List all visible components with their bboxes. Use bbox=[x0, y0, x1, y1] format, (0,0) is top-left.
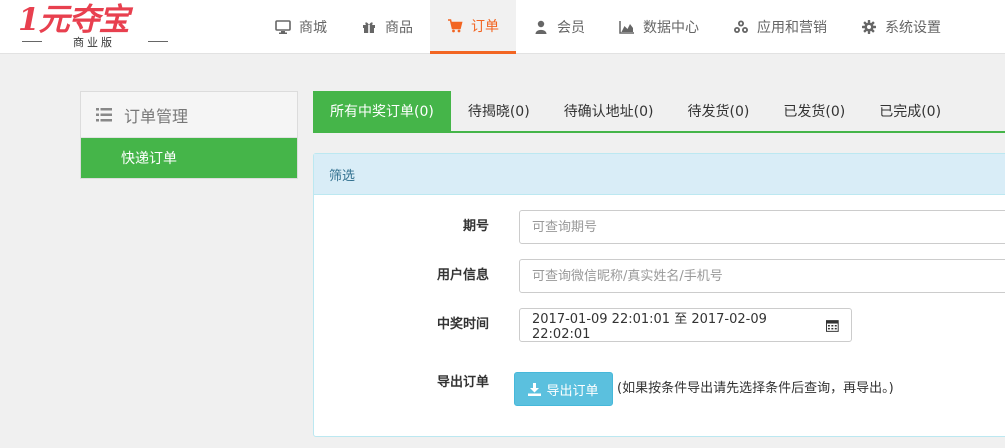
nav-item-label: 系统设置 bbox=[885, 20, 941, 36]
nav-item-label: 会员 bbox=[557, 20, 585, 36]
nav-item-label: 商城 bbox=[299, 20, 327, 36]
nav-item-mall[interactable]: 商城 bbox=[258, 0, 344, 54]
tab-completed[interactable]: 已完成(0) bbox=[862, 91, 958, 131]
order-status-tabs: 所有中奖订单(0) 待揭晓(0) 待确认地址(0) 待发货(0) 已发货(0) … bbox=[313, 91, 1005, 133]
export-hint: (如果按条件导出请先选择条件后查询，再导出。) bbox=[617, 381, 894, 396]
tab-all-winning-orders[interactable]: 所有中奖订单(0) bbox=[313, 91, 451, 131]
sidebar-header: 订单管理 bbox=[81, 92, 297, 138]
logo-edition: 商业版 bbox=[18, 34, 170, 50]
tab-shipped[interactable]: 已发货(0) bbox=[766, 91, 862, 131]
nav-item-goods[interactable]: 商品 bbox=[344, 0, 430, 54]
download-icon bbox=[528, 382, 542, 396]
period-input[interactable] bbox=[519, 210, 1005, 244]
tab-pending-reveal[interactable]: 待揭晓(0) bbox=[451, 91, 547, 131]
gear-icon bbox=[862, 20, 876, 34]
nav-item-apps-marketing[interactable]: 应用和营销 bbox=[716, 0, 844, 54]
gift-icon bbox=[363, 22, 375, 33]
top-navbar: 1元夺宝 商业版 商城 商品 订单 会员 数据中心 应用和营销 系统设置 bbox=[0, 0, 1005, 54]
tab-pending-address[interactable]: 待确认地址(0) bbox=[547, 91, 671, 131]
tab-pending-shipment[interactable]: 待发货(0) bbox=[671, 91, 767, 131]
sidebar-item-express-orders[interactable]: 快递订单 bbox=[81, 138, 297, 178]
win-time-row: 中奖时间 2017-01-09 22:01:01 至 2017-02-09 22… bbox=[314, 308, 1005, 344]
list-icon bbox=[96, 107, 112, 121]
export-button-label: 导出订单 bbox=[546, 383, 599, 399]
calendar-icon bbox=[826, 319, 839, 332]
nav-item-settings[interactable]: 系统设置 bbox=[844, 0, 958, 54]
monitor-icon bbox=[275, 20, 291, 34]
nav-item-members[interactable]: 会员 bbox=[516, 0, 602, 54]
nav-item-label: 商品 bbox=[385, 20, 413, 36]
nav-item-label: 订单 bbox=[471, 18, 499, 35]
user-info-label: 用户信息 bbox=[436, 268, 489, 283]
period-label: 期号 bbox=[462, 219, 489, 234]
sidebar: 订单管理 快递订单 bbox=[80, 91, 298, 179]
date-range-picker[interactable]: 2017-01-09 22:01:01 至 2017-02-09 22:02:0… bbox=[519, 308, 852, 342]
export-label: 导出订单 bbox=[436, 375, 489, 390]
sidebar-title: 订单管理 bbox=[124, 106, 189, 126]
user-info-input[interactable] bbox=[519, 259, 1005, 293]
date-range-value: 2017-01-09 22:01:01 至 2017-02-09 22:02:0… bbox=[532, 312, 767, 342]
win-time-label: 中奖时间 bbox=[436, 317, 489, 332]
export-orders-button[interactable]: 导出订单 bbox=[514, 372, 613, 406]
cart-icon bbox=[448, 18, 463, 32]
nav-item-data-center[interactable]: 数据中心 bbox=[602, 0, 716, 54]
nav-item-label: 应用和营销 bbox=[757, 20, 827, 36]
main-nav: 商城 商品 订单 会员 数据中心 应用和营销 系统设置 bbox=[258, 0, 958, 54]
filter-panel: 筛选 期号 用户信息 中奖时间 2017-01-09 22:01:01 至 20… bbox=[313, 153, 1005, 437]
sidebar-item-label: 快递订单 bbox=[121, 151, 177, 167]
user-icon bbox=[535, 20, 547, 34]
user-info-row: 用户信息 bbox=[314, 259, 1005, 295]
logo[interactable]: 1元夺宝 商业版 bbox=[18, 0, 170, 54]
area-chart-icon bbox=[619, 21, 634, 34]
cubes-icon bbox=[734, 20, 748, 33]
export-row: 导出订单 导出订单 (如果按条件导出请先选择条件后查询，再导出。) bbox=[314, 372, 1005, 408]
nav-item-label: 数据中心 bbox=[643, 20, 699, 36]
nav-item-orders[interactable]: 订单 bbox=[430, 0, 516, 54]
period-row: 期号 bbox=[314, 210, 1005, 246]
filter-panel-title: 筛选 bbox=[314, 154, 1005, 195]
